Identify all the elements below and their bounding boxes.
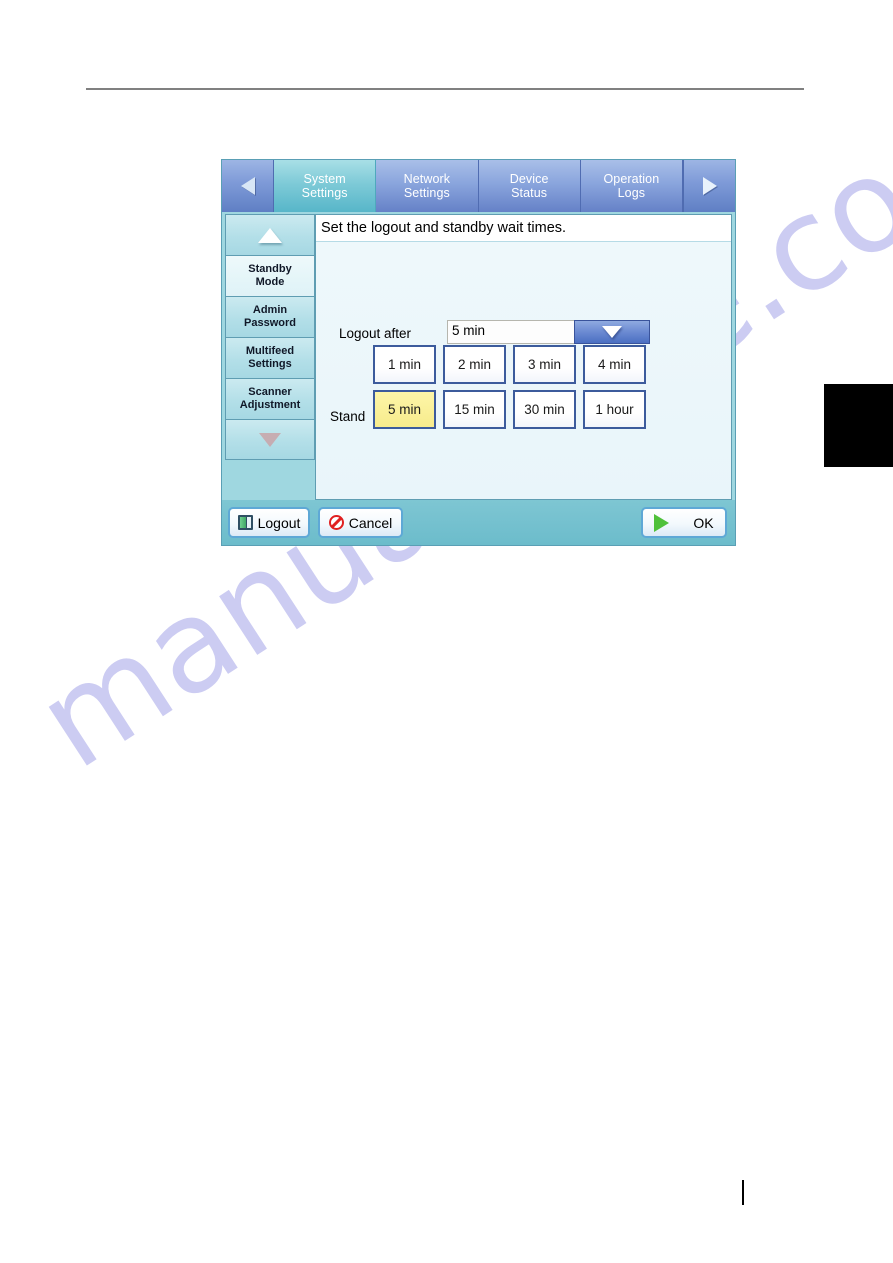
logout-after-dropdown-button[interactable] bbox=[574, 320, 650, 344]
content-pane: Set the logout and standby wait times. L… bbox=[315, 214, 732, 500]
triangle-left-icon bbox=[240, 177, 255, 195]
sidebar-item-scanner-adjustment[interactable]: Scanner Adjustment bbox=[225, 378, 315, 419]
triangle-down-icon bbox=[259, 432, 281, 447]
logout-button-label: Logout bbox=[257, 514, 301, 531]
page-header-rule bbox=[86, 88, 804, 90]
prohibition-icon bbox=[328, 515, 344, 530]
logout-after-combobox[interactable]: 5 min bbox=[447, 320, 650, 344]
sidebar-item-standby-mode[interactable]: Standby Mode bbox=[225, 255, 315, 296]
tab-operation-logs[interactable]: Operation Logs bbox=[580, 160, 683, 212]
dropdown-option-15-min[interactable]: 15 min bbox=[443, 390, 506, 429]
tab-system-settings-line1: System bbox=[303, 172, 346, 186]
cancel-button-label: Cancel bbox=[348, 514, 393, 531]
dropdown-option-1-hour[interactable]: 1 hour bbox=[583, 390, 646, 429]
tab-network-settings-line2: Settings bbox=[403, 186, 450, 200]
device-control-panel: System Settings Network Settings Device … bbox=[221, 159, 736, 546]
triangle-up-icon bbox=[258, 227, 282, 243]
ok-button[interactable]: OK bbox=[641, 507, 727, 538]
sidebar-item-admin-password-line2: Password bbox=[244, 317, 296, 329]
dropdown-option-1-min[interactable]: 1 min bbox=[373, 345, 436, 384]
tab-system-settings[interactable]: System Settings bbox=[274, 160, 377, 212]
logout-after-label: Logout after bbox=[339, 326, 412, 341]
tab-device-status[interactable]: Device Status bbox=[478, 160, 581, 212]
chevron-down-icon bbox=[602, 326, 622, 338]
logout-after-value: 5 min bbox=[447, 320, 574, 344]
logout-button[interactable]: Logout bbox=[228, 507, 310, 538]
logout-after-dropdown-list: 1 min 2 min 3 min 4 min 5 min 15 min 30 … bbox=[373, 345, 646, 429]
settings-form: Logout after Stand 5 min 1 min 2 min 3 m… bbox=[316, 242, 731, 499]
cancel-button[interactable]: Cancel bbox=[318, 507, 403, 538]
tab-network-settings[interactable]: Network Settings bbox=[376, 160, 479, 212]
sidebar-item-scanner-adjustment-line1: Scanner bbox=[248, 386, 292, 398]
tab-scroll-left-button[interactable] bbox=[222, 160, 274, 212]
door-exit-icon bbox=[237, 515, 253, 530]
dropdown-option-3-min[interactable]: 3 min bbox=[513, 345, 576, 384]
page-title: Set the logout and standby wait times. bbox=[316, 215, 731, 242]
tab-bar: System Settings Network Settings Device … bbox=[222, 160, 735, 212]
panel-footer: Logout Cancel OK bbox=[222, 500, 735, 545]
dropdown-option-5-min[interactable]: 5 min bbox=[373, 390, 436, 429]
chapter-tab-marker bbox=[824, 384, 893, 467]
sidebar-item-multifeed-settings-line1: Multifeed bbox=[245, 345, 295, 357]
sidebar-item-admin-password-line1: Admin bbox=[252, 304, 288, 316]
sidebar-item-admin-password[interactable]: Admin Password bbox=[225, 296, 315, 337]
tab-device-status-line2: Status bbox=[511, 186, 548, 200]
tab-operation-logs-line2: Logs bbox=[617, 186, 646, 200]
triangle-right-icon bbox=[702, 177, 717, 195]
page-footer-mark bbox=[742, 1180, 744, 1205]
sidebar-item-standby-mode-line1: Standby bbox=[248, 263, 292, 275]
sidebar-item-scanner-adjustment-line2: Adjustment bbox=[239, 399, 301, 411]
sidebar-item-standby-mode-line2: Mode bbox=[255, 276, 285, 288]
dropdown-option-2-min[interactable]: 2 min bbox=[443, 345, 506, 384]
tab-device-status-line1: Device bbox=[509, 172, 549, 186]
dropdown-option-4-min[interactable]: 4 min bbox=[583, 345, 646, 384]
sidebar-item-multifeed-settings-line2: Settings bbox=[248, 358, 292, 370]
play-triangle-icon bbox=[654, 513, 684, 532]
standby-after-label: Stand bbox=[330, 409, 366, 424]
tab-operation-logs-line1: Operation bbox=[603, 172, 660, 186]
sidebar-scroll-up-button[interactable] bbox=[225, 214, 315, 255]
sidebar-item-multifeed-settings[interactable]: Multifeed Settings bbox=[225, 337, 315, 378]
panel-body: Standby Mode Admin Password Multifeed Se… bbox=[222, 212, 735, 500]
dropdown-option-30-min[interactable]: 30 min bbox=[513, 390, 576, 429]
tab-network-settings-line1: Network bbox=[403, 172, 451, 186]
tab-system-settings-line2: Settings bbox=[301, 186, 348, 200]
ok-button-label: OK bbox=[693, 514, 714, 531]
sidebar-scroll-down-button[interactable] bbox=[225, 419, 315, 460]
sidebar: Standby Mode Admin Password Multifeed Se… bbox=[225, 214, 315, 500]
tab-scroll-right-button[interactable] bbox=[683, 160, 735, 212]
